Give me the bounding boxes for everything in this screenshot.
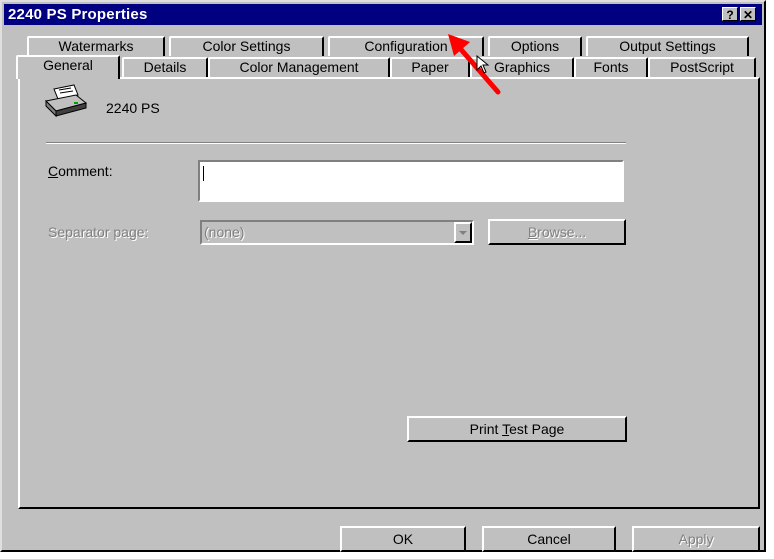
- tab-general[interactable]: General: [16, 55, 120, 79]
- separator-value: (none): [204, 224, 245, 240]
- ok-button[interactable]: OK: [340, 526, 466, 552]
- cancel-button[interactable]: Cancel: [482, 526, 616, 552]
- help-button[interactable]: ?: [722, 7, 738, 22]
- printer-name: 2240 PS: [106, 100, 160, 116]
- separator-label: Separator page:: [48, 224, 149, 240]
- mouse-cursor-icon: [476, 54, 490, 75]
- window-title: 2240 PS Properties: [8, 6, 148, 23]
- comment-label: Comment:: [48, 163, 113, 179]
- title-bar[interactable]: 2240 PS Properties ? ✕: [4, 4, 762, 25]
- comment-field[interactable]: [198, 160, 624, 202]
- dropdown-arrow-icon[interactable]: [454, 222, 472, 243]
- tab-color-settings[interactable]: Color Settings: [169, 36, 324, 56]
- browse-button[interactable]: Browse...: [488, 219, 626, 245]
- printer-icon: [44, 83, 88, 119]
- tab-output-settings[interactable]: Output Settings: [586, 36, 749, 56]
- tab-postscript[interactable]: PostScript: [648, 57, 756, 77]
- divider: [46, 142, 626, 144]
- text-caret: [203, 166, 204, 181]
- tab-fonts[interactable]: Fonts: [574, 57, 648, 77]
- tab-details[interactable]: Details: [122, 57, 208, 77]
- tab-watermarks[interactable]: Watermarks: [27, 36, 165, 56]
- tab-color-management[interactable]: Color Management: [208, 57, 390, 77]
- annotation-arrow-icon: [440, 30, 506, 100]
- close-button[interactable]: ✕: [740, 7, 756, 22]
- separator-select[interactable]: (none): [200, 220, 474, 245]
- apply-button[interactable]: Apply: [632, 526, 760, 552]
- general-panel: 2240 PS Comment: Separator page: (none) …: [18, 77, 760, 509]
- properties-window: 2240 PS Properties ? ✕ Watermarks Color …: [0, 0, 766, 552]
- print-test-page-button[interactable]: Print Test Page: [407, 416, 627, 442]
